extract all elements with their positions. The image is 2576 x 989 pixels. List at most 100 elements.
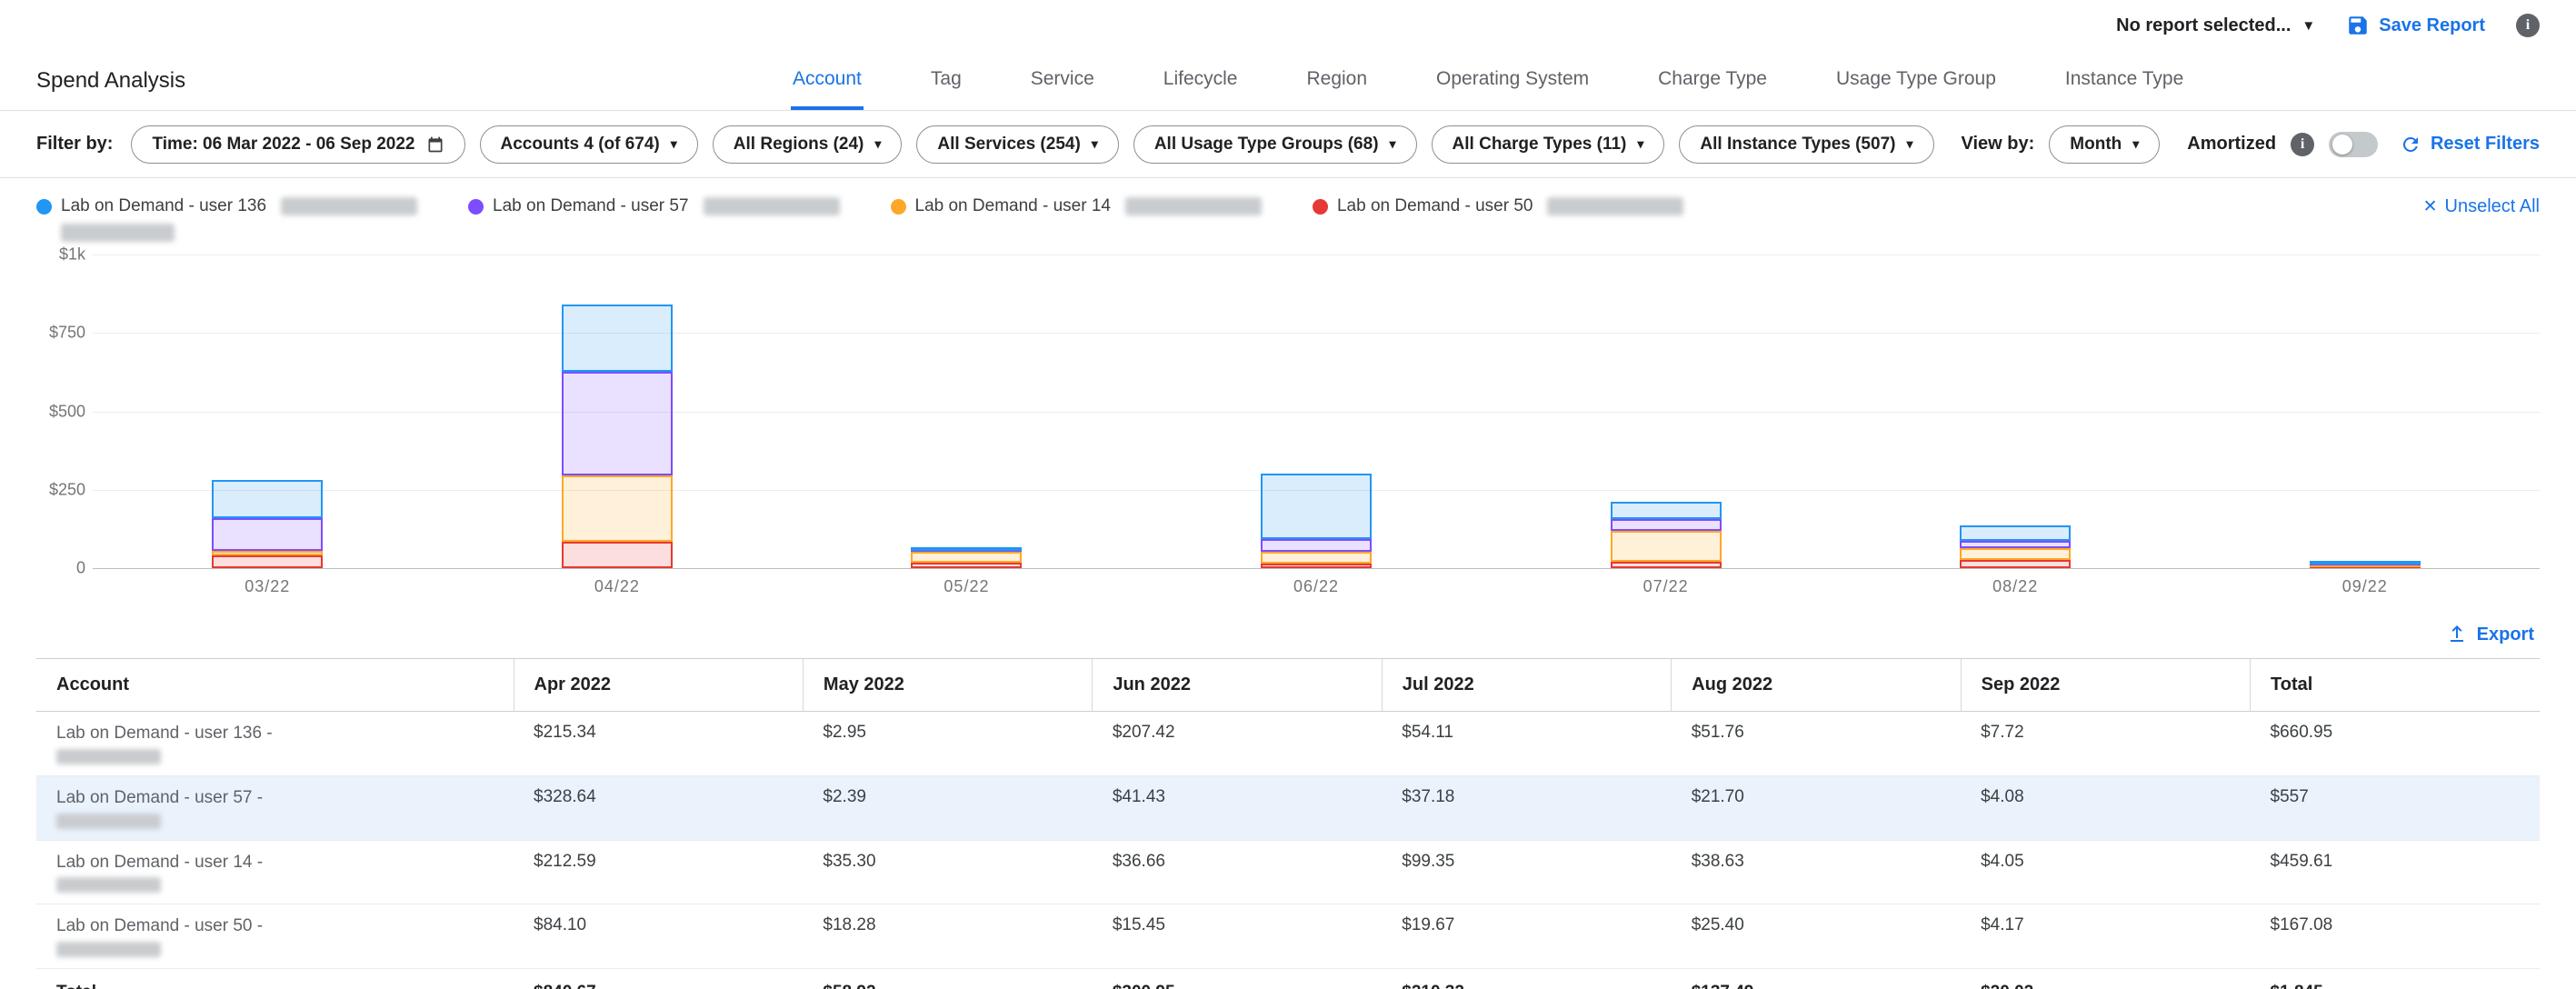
export-label: Export — [2477, 624, 2534, 645]
legend-label: Lab on Demand - user 50 — [1337, 196, 1533, 216]
filter-pill-label: All Charge Types (11) — [1453, 135, 1627, 155]
tab-instance-type[interactable]: Instance Type — [2063, 51, 2185, 110]
legend-dot-icon — [1313, 199, 1328, 215]
close-icon: ✕ — [2423, 196, 2438, 217]
view-by-value: Month — [2070, 135, 2122, 155]
chevron-down-icon: ▾ — [671, 136, 677, 152]
legend-item-1[interactable]: Lab on Demand - user 57 — [468, 196, 839, 242]
bar-07-22 — [1491, 255, 1841, 568]
legend-item-2[interactable]: Lab on Demand - user 14 — [891, 196, 1262, 242]
export-button[interactable]: Export — [2446, 624, 2534, 645]
export-icon — [2446, 624, 2468, 645]
bar-segment-lab-on-demand-user-50[interactable] — [212, 555, 323, 568]
bar-segment-lab-on-demand-user-136[interactable] — [212, 480, 323, 517]
table-row: Lab on Demand - user 136 -$215.34$2.95$2… — [36, 712, 2540, 776]
filter-pill-5[interactable]: All Charge Types (11)▾ — [1432, 125, 1665, 164]
legend-item-0[interactable]: Lab on Demand - user 136 — [36, 196, 417, 242]
tab-usage-type-group[interactable]: Usage Type Group — [1834, 51, 1998, 110]
tab-region[interactable]: Region — [1304, 51, 1369, 110]
bar-segment-lab-on-demand-user-136[interactable] — [562, 305, 673, 372]
export-bar: Export — [0, 596, 2576, 658]
filter-pill-0[interactable]: Time: 06 Mar 2022 - 06 Sep 2022 — [131, 125, 464, 164]
reset-filters-button[interactable]: Reset Filters — [2400, 134, 2540, 155]
bar-segment-lab-on-demand-user-136[interactable] — [1960, 525, 2071, 542]
tab-operating-system[interactable]: Operating System — [1434, 51, 1591, 110]
total-value-cell: $20.02 — [1961, 969, 2250, 989]
account-label: Lab on Demand - user 136 - — [56, 723, 506, 744]
bar-segment-lab-on-demand-user-50[interactable] — [1611, 562, 1722, 568]
bar-segment-lab-on-demand-user-14[interactable] — [562, 475, 673, 542]
chevron-down-icon: ▾ — [874, 136, 881, 152]
bar-segment-lab-on-demand-user-14[interactable] — [1611, 531, 1722, 562]
value-cell: $660.95 — [2251, 712, 2540, 776]
bar-segment-lab-on-demand-user-14[interactable] — [1960, 548, 2071, 560]
bar-segment-lab-on-demand-user-50[interactable] — [562, 542, 673, 568]
tab-lifecycle[interactable]: Lifecycle — [1162, 51, 1240, 110]
column-header-aug-2022: Aug 2022 — [1672, 659, 1961, 712]
value-cell: $212.59 — [514, 840, 803, 904]
bar-segment-lab-on-demand-user-57[interactable] — [1261, 539, 1372, 552]
redacted-text — [56, 942, 161, 957]
chevron-down-icon: ▾ — [1390, 136, 1396, 152]
x-tick-label: 05/22 — [792, 577, 1142, 596]
tab-account[interactable]: Account — [791, 51, 864, 110]
tab-tag[interactable]: Tag — [929, 51, 964, 110]
value-cell: $215.34 — [514, 712, 803, 776]
filter-pill-4[interactable]: All Usage Type Groups (68)▾ — [1133, 125, 1417, 164]
column-header-jun-2022: Jun 2022 — [1093, 659, 1382, 712]
value-cell: $167.08 — [2251, 904, 2540, 969]
unselect-all-button[interactable]: ✕ Unselect All — [2423, 196, 2540, 217]
spend-chart: $1k$750$500$2500 03/2204/2205/2206/2207/… — [0, 251, 2576, 596]
spend-table: AccountApr 2022May 2022Jun 2022Jul 2022A… — [36, 658, 2540, 989]
account-label: Lab on Demand - user 50 - — [56, 915, 506, 937]
filter-pill-3[interactable]: All Services (254)▾ — [916, 125, 1118, 164]
filter-pill-label: All Regions (24) — [734, 135, 864, 155]
table-row: Lab on Demand - user 57 -$328.64$2.39$41… — [36, 775, 2540, 840]
tab-charge-type[interactable]: Charge Type — [1656, 51, 1769, 110]
redacted-text — [56, 877, 161, 893]
bar-segment-lab-on-demand-user-136[interactable] — [1611, 502, 1722, 519]
column-header-may-2022: May 2022 — [803, 659, 1092, 712]
account-cell: Lab on Demand - user 136 - — [36, 712, 514, 776]
bar-segment-lab-on-demand-user-136[interactable] — [1261, 474, 1372, 539]
table-header-row: AccountApr 2022May 2022Jun 2022Jul 2022A… — [36, 659, 2540, 712]
bar-segment-lab-on-demand-user-57[interactable] — [1611, 519, 1722, 531]
total-label: Total — [36, 969, 514, 989]
bar-segment-lab-on-demand-user-50[interactable] — [1960, 560, 2071, 568]
filter-pill-6[interactable]: All Instance Types (507)▾ — [1679, 125, 1933, 164]
value-cell: $25.40 — [1672, 904, 1961, 969]
chart-plot-area — [93, 255, 2540, 568]
x-tick-label: 09/22 — [2190, 577, 2540, 596]
value-cell: $15.45 — [1093, 904, 1382, 969]
view-by-dropdown[interactable]: Month ▾ — [2049, 125, 2160, 164]
bar-segment-lab-on-demand-user-14[interactable] — [212, 551, 323, 555]
save-report-label: Save Report — [2379, 15, 2485, 36]
bar-segment-lab-on-demand-user-57[interactable] — [1960, 541, 2071, 547]
bar-segment-lab-on-demand-user-50[interactable] — [911, 563, 1022, 568]
filter-pill-1[interactable]: Accounts 4 (of 674)▾ — [480, 125, 698, 164]
account-cell: Lab on Demand - user 14 - — [36, 840, 514, 904]
bar-segment-lab-on-demand-user-14[interactable] — [1261, 552, 1372, 564]
amortized-info-icon[interactable]: i — [2291, 133, 2314, 156]
info-icon[interactable]: i — [2516, 14, 2540, 37]
table-row: Lab on Demand - user 14 -$212.59$35.30$3… — [36, 840, 2540, 904]
x-tick-label: 03/22 — [93, 577, 443, 596]
bar-08-22 — [1841, 255, 2191, 568]
filter-pill-2[interactable]: All Regions (24) ▾ — [713, 125, 903, 164]
account-label: Lab on Demand - user 14 - — [56, 852, 506, 874]
total-value-cell: $1,845 — [2251, 969, 2540, 989]
save-report-button[interactable]: Save Report — [2346, 14, 2485, 37]
bar-segment-lab-on-demand-user-14[interactable] — [911, 552, 1022, 563]
value-cell: $21.70 — [1672, 775, 1961, 840]
report-selector-dropdown[interactable]: No report selected... ▼ — [2116, 15, 2315, 36]
bar-segment-lab-on-demand-user-50[interactable] — [1261, 564, 1372, 568]
chevron-down-icon: ▾ — [1906, 136, 1912, 152]
bar-segment-lab-on-demand-user-136[interactable] — [911, 547, 1022, 551]
bar-segment-lab-on-demand-user-57[interactable] — [562, 372, 673, 475]
legend-item-3[interactable]: Lab on Demand - user 50 — [1313, 196, 1683, 242]
legend-label: Lab on Demand - user 14 — [915, 196, 1111, 216]
amortized-toggle[interactable] — [2329, 132, 2378, 157]
bar-segment-lab-on-demand-user-57[interactable] — [212, 518, 323, 551]
bar-segment-lab-on-demand-user-136[interactable] — [2310, 561, 2421, 564]
tab-service[interactable]: Service — [1029, 51, 1096, 110]
